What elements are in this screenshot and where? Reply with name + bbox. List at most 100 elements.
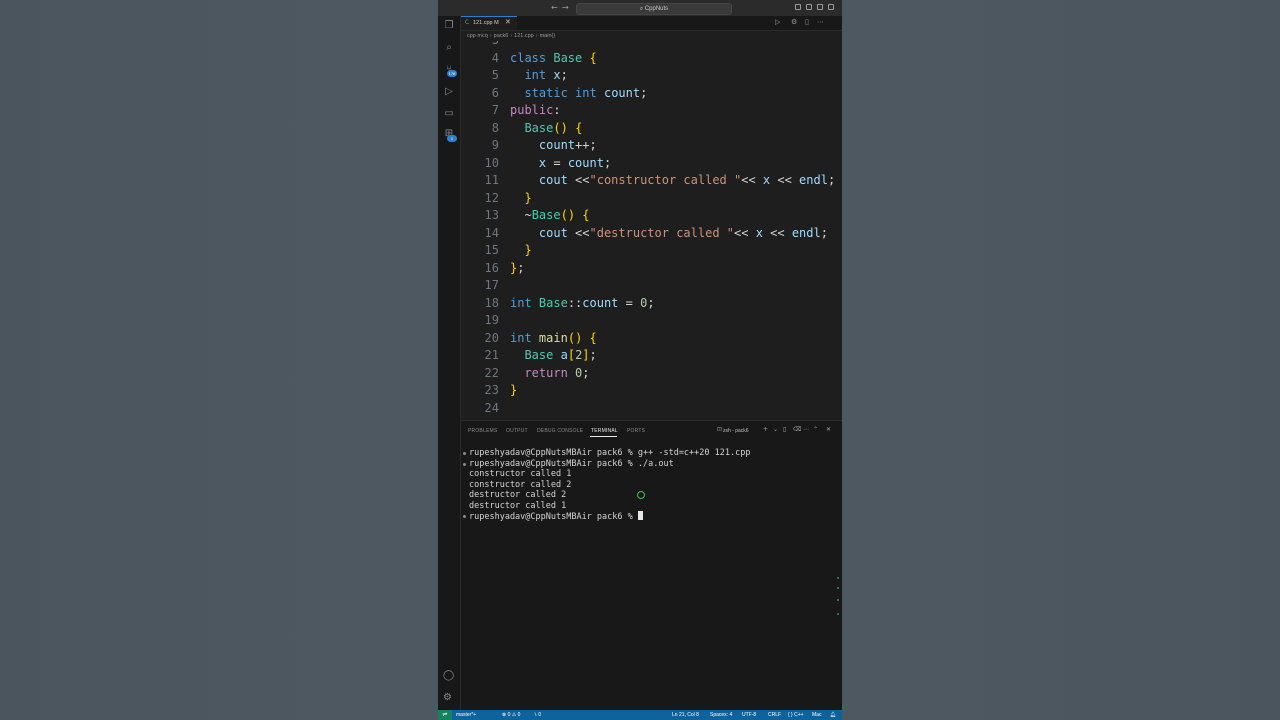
code-editor[interactable]: 34class Base {5 int x;6 static int count…	[461, 41, 842, 419]
code-line[interactable]: 20 int main() {	[461, 330, 842, 348]
explorer-icon[interactable]: ❐	[443, 20, 455, 32]
code-line[interactable]: 10 x = count;	[461, 155, 842, 173]
chevron-down-icon[interactable]: ⌄	[773, 426, 778, 433]
tab-problems[interactable]: PROBLEMS	[468, 428, 497, 434]
terminal-line: rupeshyadav@CppNutsMBAir pack6 %	[469, 511, 643, 523]
activity-bar: ❐ ⌕ ⑂ 178 ▷ ▭ ⊞ 1 ◯ ⚙	[438, 16, 461, 710]
code-line[interactable]: 17	[461, 277, 842, 295]
code-line[interactable]: 13 ~Base() {	[461, 207, 842, 225]
cursor-position[interactable]: Ln 21, Col 8	[672, 710, 699, 720]
code-line[interactable]: 7 public:	[461, 102, 842, 120]
code-line[interactable]: 14 cout <<"destructor called "<< x << en…	[461, 225, 842, 243]
command-decoration-icon[interactable]	[463, 515, 466, 518]
close-panel-icon[interactable]: ✕	[826, 426, 831, 433]
line-number: 12	[484, 190, 499, 205]
scroll-marker	[837, 577, 839, 579]
code-line[interactable]: 11 cout <<"constructor called "<< x << e…	[461, 172, 842, 190]
code-text: Base() {	[524, 120, 583, 135]
code-line[interactable]: 4 class Base {	[461, 50, 842, 68]
close-icon[interactable]: ✕	[505, 18, 511, 26]
tab-output[interactable]: OUTPUT	[506, 428, 528, 434]
toggle-secondary-sidebar-icon[interactable]	[817, 4, 823, 10]
toggle-sidebar-icon[interactable]	[795, 4, 801, 10]
indentation[interactable]: Spaces: 4	[710, 710, 732, 720]
line-number: 13	[484, 208, 499, 222]
line-number: 6	[491, 85, 499, 100]
forward-button[interactable]: →	[562, 3, 569, 13]
code-line[interactable]: 12 }	[461, 190, 842, 208]
breadcrumb-item[interactable]: pack6	[494, 33, 509, 39]
extensions-badge: 1	[447, 135, 457, 142]
title-bar: ← → ⌕ CppNuts	[438, 0, 842, 17]
command-decoration-icon[interactable]	[463, 462, 466, 466]
code-line[interactable]: 3	[461, 41, 842, 50]
terminal-shell-label[interactable]: zsh - pack6	[723, 428, 749, 434]
code-line[interactable]: 6 static int count;	[461, 85, 842, 103]
git-branch[interactable]: master*+	[456, 710, 476, 720]
code-line[interactable]: 16};	[461, 260, 842, 278]
code-text: int Base::count = 0;	[510, 295, 655, 310]
language-mode[interactable]: { } C++	[788, 710, 804, 720]
trash-icon[interactable]: ⌫	[793, 426, 801, 433]
breadcrumb-item[interactable]: cpp mcq	[467, 33, 488, 39]
remote-indicator-icon[interactable]: ⇌	[438, 710, 452, 720]
line-number: 21	[484, 348, 499, 362]
back-button[interactable]: ←	[551, 3, 558, 13]
command-decoration-icon[interactable]	[463, 452, 466, 455]
code-line[interactable]: 15 }	[461, 242, 842, 260]
code-line[interactable]: 19	[461, 312, 842, 330]
code-line[interactable]: 23}	[461, 382, 842, 400]
code-line[interactable]: 18 int Base::count = 0;	[461, 295, 842, 313]
search-icon[interactable]: ⌕	[443, 42, 455, 54]
bottom-panel: PROBLEMS OUTPUT DEBUG CONSOLE TERMINAL P…	[461, 420, 842, 711]
code-line[interactable]: 24	[461, 400, 842, 418]
split-editor-icon[interactable]: ▯	[805, 18, 809, 26]
line-ending[interactable]: CRLF	[768, 710, 781, 720]
terminal-line: destructor called 2	[469, 490, 567, 500]
code-text: }	[524, 243, 532, 257]
terminal-line: constructor called 1	[469, 469, 572, 479]
account-icon[interactable]: ◯	[443, 670, 454, 681]
tab-ports[interactable]: PORTS	[627, 428, 645, 434]
customize-layout-icon[interactable]	[828, 4, 834, 10]
line-number: 14	[484, 225, 499, 240]
maximize-panel-icon[interactable]: ⌃	[813, 426, 818, 433]
code-text: x = count;	[538, 155, 612, 170]
run-icon[interactable]: ▷	[775, 18, 780, 26]
run-debug-icon[interactable]: ▷	[443, 86, 455, 98]
breadcrumb-item[interactable]: main()	[540, 33, 556, 39]
source-control-badge: 178	[447, 70, 457, 77]
ports-count[interactable]: ⑊ 0	[534, 710, 541, 720]
notifications-bell-icon[interactable]: 🔔︎	[830, 710, 836, 720]
encoding[interactable]: UTF-8	[742, 710, 756, 720]
code-line[interactable]: 9 count++;	[461, 137, 842, 155]
line-number: 3	[461, 41, 499, 50]
code-text: ~Base() {	[510, 208, 590, 222]
breadcrumb-item[interactable]: 121.cpp	[514, 33, 534, 39]
more-actions-icon[interactable]: ⋯	[803, 426, 809, 433]
terminal-shell-icon: ⊡	[717, 426, 723, 433]
code-line[interactable]: 22 return 0;	[461, 365, 842, 383]
line-number: 9	[491, 138, 499, 152]
toggle-panel-icon[interactable]	[806, 4, 812, 10]
remote-explorer-icon[interactable]: ▭	[443, 108, 455, 120]
more-actions-icon[interactable]: ⋯	[817, 18, 824, 26]
scroll-marker	[837, 599, 839, 601]
code-line[interactable]: 8 Base() {	[461, 120, 842, 138]
problems-count[interactable]: ⊗ 0 ⚠ 0	[502, 710, 520, 720]
command-center-search[interactable]: ⌕ CppNuts	[576, 3, 732, 15]
code-text: class Base {	[510, 50, 597, 65]
split-terminal-icon[interactable]: ▯	[783, 426, 786, 433]
tab-debug-console[interactable]: DEBUG CONSOLE	[537, 428, 583, 434]
settings-gear-icon[interactable]: ⚙	[443, 692, 452, 703]
code-text: return 0;	[524, 365, 590, 380]
debug-settings-icon[interactable]: ⚙	[791, 18, 797, 26]
platform[interactable]: Mac	[812, 710, 821, 720]
code-line[interactable]: 21 Base a[2];	[461, 347, 842, 365]
new-terminal-icon[interactable]: +	[763, 426, 768, 433]
line-number: 18	[484, 295, 499, 310]
tab-terminal[interactable]: TERMINAL	[591, 428, 618, 434]
tab-121-cpp[interactable]: C 121.cpp M ✕	[461, 16, 517, 30]
code-line[interactable]: 5 int x;	[461, 67, 842, 85]
scroll-marker	[837, 613, 839, 615]
